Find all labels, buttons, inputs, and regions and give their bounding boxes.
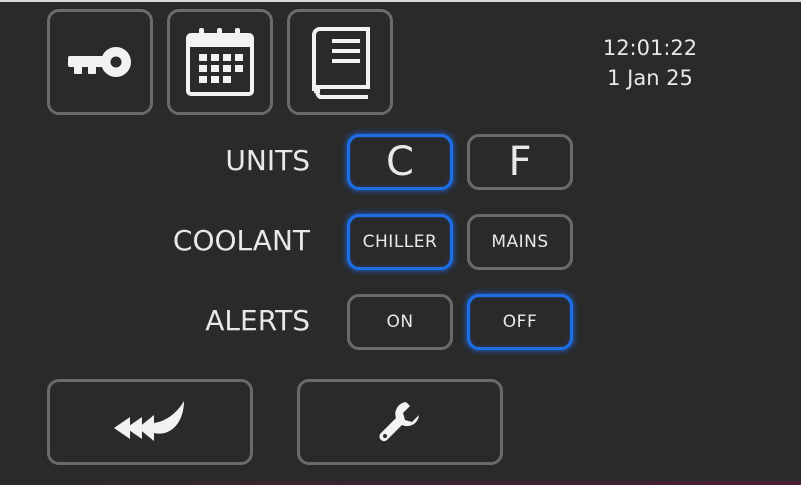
top-edge	[0, 0, 801, 2]
settings-screen: 12:01:22 1 Jan 25 UNITS C F COOLANT CHIL…	[0, 0, 801, 485]
back-button[interactable]	[47, 379, 253, 465]
key-icon	[68, 47, 131, 77]
units-f-button[interactable]: F	[467, 134, 573, 190]
alerts-on-label: ON	[386, 312, 414, 332]
wrench-icon	[379, 402, 419, 442]
book-icon	[312, 27, 370, 99]
alerts-off-label: OFF	[502, 312, 538, 332]
coolant-label: COOLANT	[172, 224, 310, 257]
alerts-on-button[interactable]: ON	[347, 294, 453, 350]
units-c-label: C	[386, 139, 414, 185]
coolant-mains-label: MAINS	[491, 232, 549, 252]
coolant-chiller-button[interactable]: CHILLER	[347, 214, 453, 270]
coolant-mains-button[interactable]: MAINS	[467, 214, 573, 270]
calendar-button[interactable]	[167, 9, 273, 115]
units-f-label: F	[508, 139, 532, 185]
units-c-button[interactable]: C	[347, 134, 453, 190]
alerts-off-button[interactable]: OFF	[467, 294, 573, 350]
date-text: 1 Jan 25	[607, 66, 693, 90]
alerts-label: ALERTS	[205, 304, 310, 337]
calendar-icon	[186, 28, 254, 96]
clock-display: 12:01:22 1 Jan 25	[590, 33, 710, 93]
bottom-edge	[0, 481, 801, 485]
time-text: 12:01:22	[602, 36, 698, 60]
key-button[interactable]	[47, 9, 153, 115]
service-button[interactable]	[297, 379, 503, 465]
manual-button[interactable]	[287, 9, 393, 115]
coolant-chiller-label: CHILLER	[362, 232, 438, 252]
back-arrow-icon	[114, 401, 184, 441]
units-label: UNITS	[225, 144, 310, 177]
